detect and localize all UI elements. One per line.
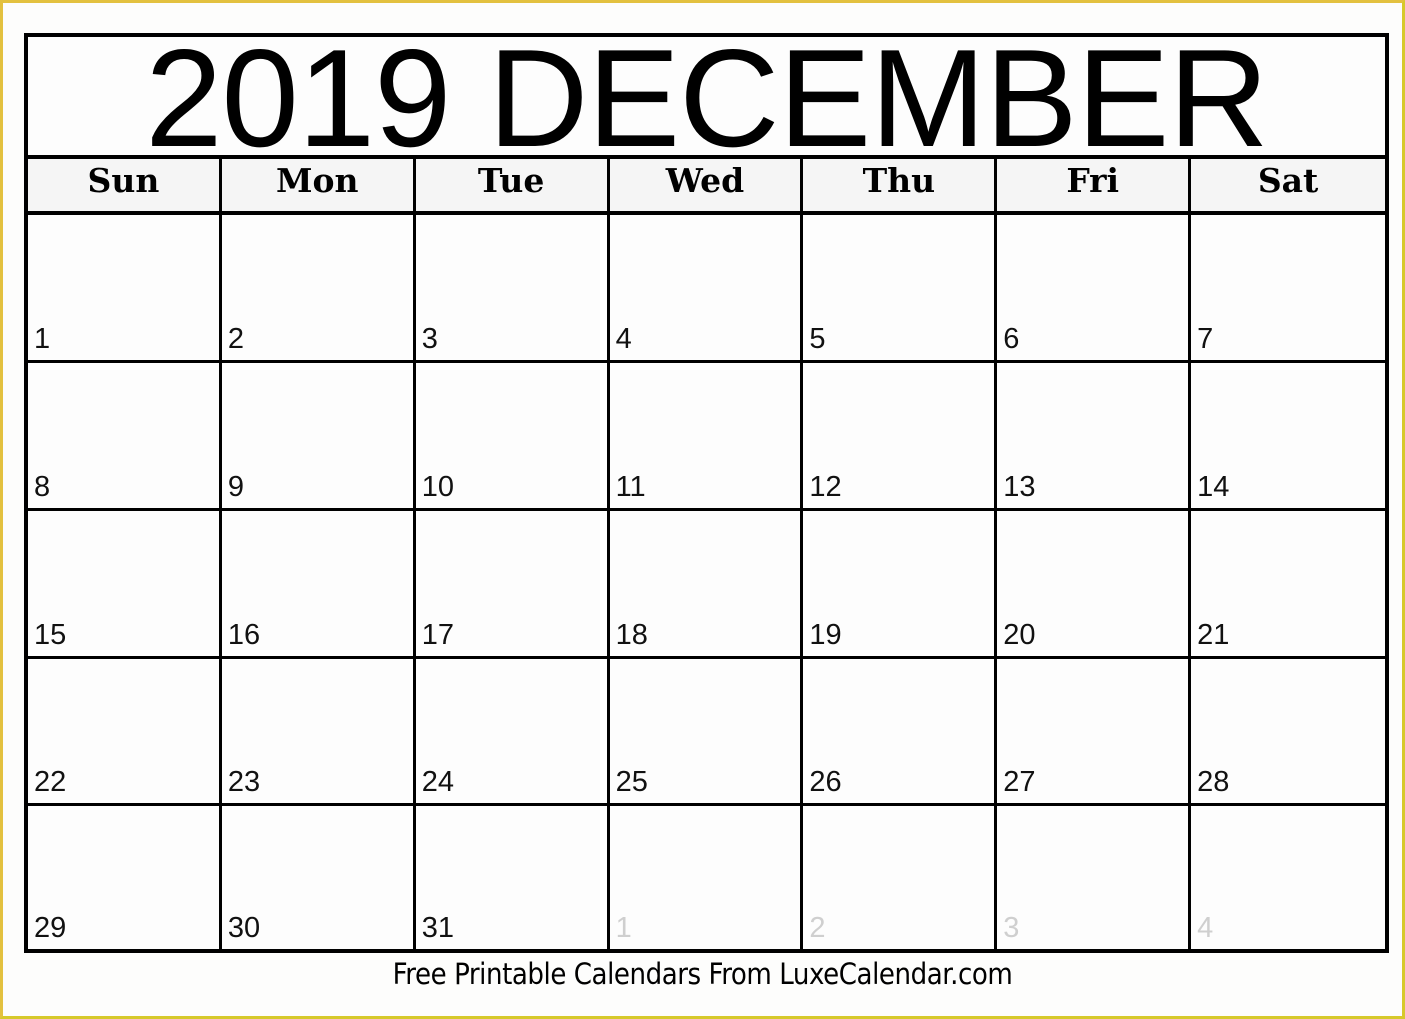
day-cell: 31 [416, 806, 610, 949]
day-cell: 17 [415, 511, 610, 659]
day-grid: 1 2 3 4 5 6 7 8 9 10 11 12 13 14 15 16 17 18 19 20 21 22 23 24 2… [28, 215, 1385, 949]
day-cell: 29 [28, 806, 222, 949]
day-number: 31 [421, 912, 454, 944]
day-cell: 2 [221, 215, 416, 363]
day-cell: 10 [415, 363, 610, 511]
weekday-fri: Fri [997, 159, 1192, 211]
day-cell: 6 [997, 215, 1192, 363]
day-number: 6 [1003, 323, 1020, 355]
page-frame: 2019 DECEMBER Sun Mon Tue Wed Thu Fri Sa… [0, 0, 1405, 1019]
day-number: 10 [421, 471, 454, 503]
day-number: 27 [1003, 766, 1036, 798]
day-number: 26 [809, 766, 842, 798]
day-cell: 16 [221, 511, 416, 659]
day-number: 16 [227, 619, 261, 651]
day-cell: 15 [28, 511, 222, 659]
calendar-title: 2019 DECEMBER [145, 20, 1269, 176]
day-cell: 5 [803, 215, 998, 363]
day-cell: 20 [997, 511, 1192, 659]
day-cell: 26 [803, 659, 998, 806]
weekday-thu: Thu [803, 159, 998, 211]
day-number: 13 [1003, 471, 1036, 503]
day-number: 23 [227, 766, 261, 798]
day-cell-next-month: 3 [997, 806, 1192, 949]
day-cell: 4 [609, 215, 804, 363]
day-cell: 19 [803, 511, 998, 659]
day-cell: 7 [1191, 215, 1385, 363]
day-cell: 11 [609, 363, 804, 511]
day-number: 7 [1197, 323, 1214, 355]
calendar: 2019 DECEMBER Sun Mon Tue Wed Thu Fri Sa… [24, 20, 1389, 953]
day-cell: 30 [222, 806, 416, 949]
day-cell: 24 [415, 659, 610, 806]
footer-credit: Free Printable Calendars From LuxeCalend… [392, 957, 1013, 991]
weekday-sun: Sun [28, 159, 222, 211]
day-cell: 18 [609, 511, 804, 659]
day-number: 2 [809, 912, 826, 944]
day-number: 8 [34, 471, 51, 503]
day-cell: 8 [28, 363, 222, 511]
day-cell: 14 [1191, 363, 1385, 511]
day-cell: 27 [997, 659, 1192, 806]
day-cell: 23 [221, 659, 416, 806]
day-number: 17 [421, 619, 454, 651]
day-number: 25 [615, 766, 648, 798]
day-number: 24 [421, 766, 454, 798]
day-number: 19 [809, 619, 842, 651]
day-cell-next-month: 4 [1191, 806, 1385, 949]
day-cell: 22 [28, 659, 222, 806]
day-number: 14 [1197, 471, 1230, 503]
day-number: 20 [1003, 619, 1036, 651]
day-number: 15 [34, 619, 67, 651]
day-cell: 9 [221, 363, 416, 511]
weekday-header-row: Sun Mon Tue Wed Thu Fri Sat [28, 155, 1385, 215]
day-number: 21 [1197, 619, 1230, 651]
day-cell: 3 [415, 215, 610, 363]
weekday-wed: Wed [610, 159, 804, 211]
day-number: 3 [421, 323, 438, 355]
day-cell: 28 [1191, 659, 1385, 806]
day-number: 5 [809, 323, 826, 355]
day-number: 11 [615, 471, 646, 503]
day-cell: 25 [609, 659, 804, 806]
day-cell: 12 [803, 363, 998, 511]
day-number: 22 [34, 766, 67, 798]
day-number: 2 [227, 323, 244, 355]
weekday-mon: Mon [222, 159, 416, 211]
day-number: 4 [615, 323, 632, 355]
day-number: 3 [1003, 912, 1020, 944]
day-number: 12 [809, 471, 842, 503]
weekday-tue: Tue [416, 159, 610, 211]
day-number: 9 [227, 471, 244, 503]
day-cell-next-month: 1 [610, 806, 804, 949]
weekday-sat: Sat [1257, 161, 1319, 200]
day-cell: 13 [997, 363, 1192, 511]
day-number: 1 [34, 323, 51, 355]
day-number: 28 [1197, 766, 1230, 798]
day-number: 18 [615, 619, 648, 651]
day-number: 4 [1197, 912, 1214, 944]
day-cell: 21 [1191, 511, 1385, 659]
day-cell: 1 [28, 215, 222, 363]
day-number: 1 [615, 912, 632, 944]
day-cell-next-month: 2 [803, 806, 998, 949]
day-number: 30 [227, 912, 261, 944]
day-number: 29 [34, 912, 67, 944]
